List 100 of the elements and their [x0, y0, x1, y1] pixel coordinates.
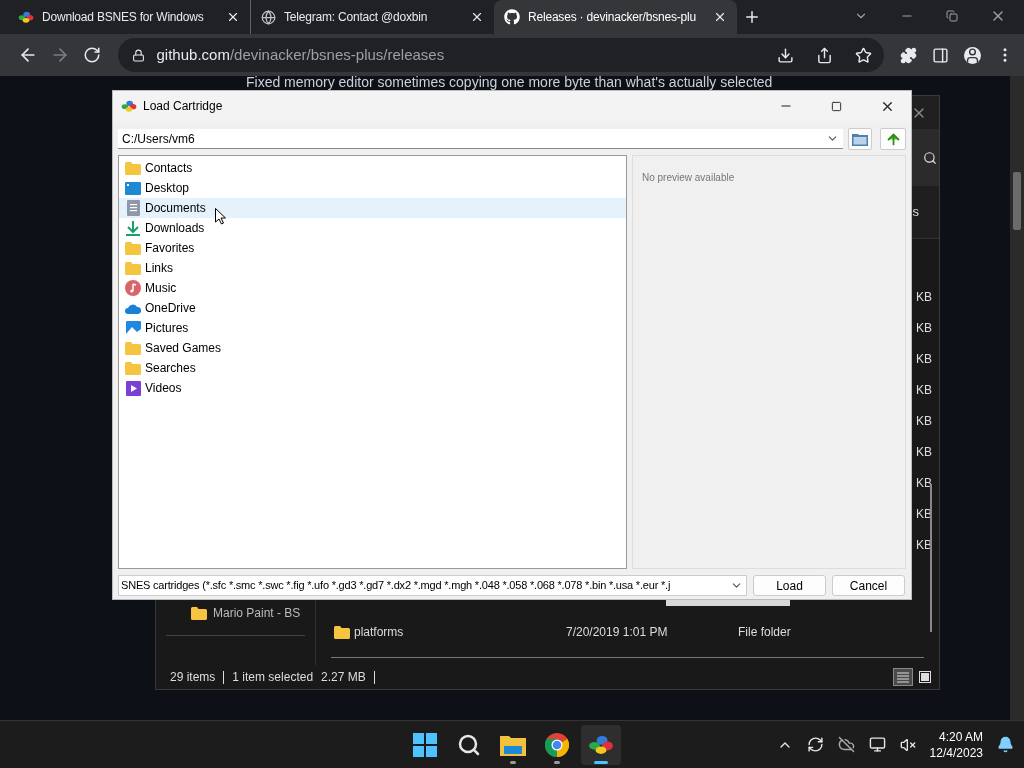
command-label: s: [912, 203, 919, 222]
network-icon[interactable]: [868, 736, 886, 753]
extensions-icon[interactable]: [900, 46, 917, 64]
selection-info: 1 item selected: [232, 669, 314, 686]
file-row[interactable]: platforms 7/20/2019 1:01 PM File folder: [316, 621, 939, 643]
folder-name: Favorites: [145, 240, 195, 257]
folder-icon: [125, 241, 141, 255]
folder-name: Videos: [145, 380, 182, 397]
file-name: platforms: [354, 624, 405, 641]
dialog-title: Load Cartridge: [143, 98, 224, 115]
cloud-icon: [125, 302, 141, 314]
folder-icon: [334, 625, 350, 639]
search-icon: [457, 732, 481, 757]
close-icon[interactable]: [470, 10, 484, 24]
close-icon[interactable]: [226, 10, 240, 24]
folder-item[interactable]: Pictures: [119, 318, 626, 338]
folder-item[interactable]: Desktop: [119, 178, 626, 198]
folder-item[interactable]: Searches: [119, 358, 626, 378]
address-bar[interactable]: github.com/devinacker/bsnes-plus/releases: [117, 38, 884, 72]
video-icon: [125, 380, 141, 396]
path-combo[interactable]: C:/Users/vm6: [118, 129, 844, 149]
folder-item[interactable]: Music: [119, 278, 626, 298]
bsnes-logo-icon: [121, 100, 137, 112]
folder-name: Music: [145, 280, 177, 297]
folder-name: Searches: [145, 360, 196, 377]
reload-icon: [82, 46, 101, 64]
selection-size: 2.27 MB: [321, 669, 366, 686]
filter-combo[interactable]: SNES cartridges (*.sfc *.smc *.swc *.fig *.ufo *.gd3 *.gd7 *.dx2 *.mgd *.mgh *.048 *.058 *.068 *.078 *.bin *.usa *.eur *.j: [118, 575, 747, 596]
side-panel-icon[interactable]: [932, 46, 949, 64]
close-icon[interactable]: [713, 10, 727, 24]
folder-name: Pictures: [145, 320, 189, 337]
bsnes-taskbar-button[interactable]: [581, 724, 621, 765]
notification-icon[interactable]: [997, 736, 1014, 753]
folder-icon: [125, 341, 141, 355]
folder-icon: [125, 361, 141, 375]
clock-date: 12/4/2023: [929, 744, 983, 761]
restore-icon[interactable]: [946, 10, 958, 22]
folder-item[interactable]: Downloads: [119, 218, 626, 238]
search-icon[interactable]: [923, 150, 937, 165]
path-text: C:/Users/vm6: [122, 130, 196, 148]
folder-name: Desktop: [145, 180, 190, 197]
folder-name: Documents: [145, 200, 206, 217]
file-date: 7/20/2019 1:01 PM: [566, 624, 669, 641]
folder-icon: [125, 161, 141, 175]
windows-icon: [413, 732, 437, 757]
scrollbar[interactable]: [930, 484, 932, 632]
dialog-button[interactable]: Cancel: [832, 575, 905, 596]
file-size: KB: [916, 412, 932, 430]
filter-text: SNES cartridges (*.sfc *.smc *.swc *.fig *.ufo *.gd3 *.gd7 *.dx2 *.mgd *.mgh *.048 *.058 *.068 *.078 *.bin *.usa *.eur *.j: [121, 578, 672, 594]
nav-item[interactable]: Mario Paint - BS: [156, 603, 315, 623]
folder-item[interactable]: Links: [119, 258, 626, 278]
mute-icon[interactable]: [899, 736, 916, 753]
download-icon[interactable]: [777, 46, 794, 64]
tab-title: Releases · devinacker/bsnes-plu: [528, 9, 697, 26]
folder-item[interactable]: Favorites: [119, 238, 626, 258]
folder-item[interactable]: Documents: [119, 198, 626, 218]
profile-icon[interactable]: [964, 46, 981, 64]
folder-name: Downloads: [145, 220, 205, 237]
folder-item[interactable]: Contacts: [119, 158, 626, 178]
maximize-icon[interactable]: [831, 100, 842, 112]
folder-icon: [500, 733, 526, 756]
new-tab-icon[interactable]: [743, 8, 761, 26]
folder-item[interactable]: Videos: [119, 378, 626, 398]
cloud-off-icon[interactable]: [837, 736, 855, 753]
clock-time: 4:20 AM: [938, 728, 983, 745]
scrollbar[interactable]: [1010, 76, 1024, 720]
music-icon: [125, 280, 141, 296]
file-size: KB: [916, 474, 932, 492]
folder-name: Saved Games: [145, 340, 222, 357]
folder-icon: [852, 132, 869, 146]
browser-tab[interactable]: Telegram: Contact @doxbin: [251, 0, 494, 34]
bsnes-logo-icon: [18, 11, 34, 23]
file-type: File folder: [738, 624, 791, 641]
folder-icon: [191, 606, 207, 620]
url-text: github.com/devinacker/bsnes-plus/releases: [156, 44, 446, 65]
item-count: 29 items: [170, 669, 216, 686]
folder-item[interactable]: OneDrive: [119, 298, 626, 318]
picture-icon: [125, 320, 141, 336]
clock[interactable]: 4:20 AM 12/4/2023: [929, 728, 983, 761]
folder-item[interactable]: Saved Games: [119, 338, 626, 358]
sync-icon[interactable]: [806, 736, 824, 753]
browser-tab[interactable]: Releases · devinacker/bsnes-plu: [494, 0, 737, 34]
bookmark-icon[interactable]: [855, 46, 872, 64]
bsnes-logo-icon: [588, 734, 614, 755]
download-icon: [126, 220, 140, 236]
parent-folder-button[interactable]: [880, 128, 906, 150]
browse-button[interactable]: [848, 128, 873, 150]
preview-text: No preview available: [642, 172, 735, 183]
folder-icon: [125, 261, 141, 275]
share-icon[interactable]: [816, 46, 833, 64]
document-icon: [126, 200, 140, 216]
file-size: KB: [916, 319, 932, 337]
cursor-icon: [215, 208, 226, 225]
file-size: KB: [916, 288, 932, 306]
file-size: KB: [916, 381, 932, 399]
lock-icon: [131, 48, 145, 62]
dialog-button[interactable]: Load: [753, 575, 826, 596]
tab-title: Telegram: Contact @doxbin: [284, 9, 429, 26]
folder-name: Contacts: [145, 160, 193, 177]
chrome-icon: [545, 732, 569, 757]
